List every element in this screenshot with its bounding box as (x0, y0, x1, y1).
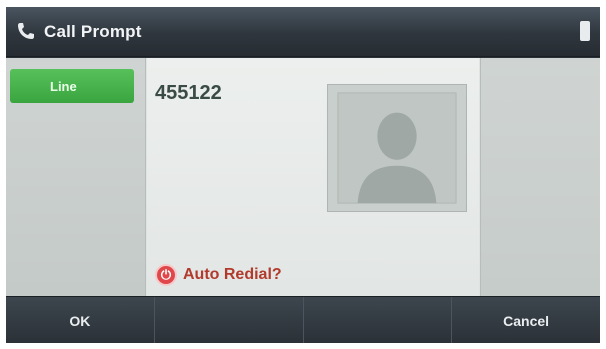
softkey-2[interactable] (155, 297, 304, 343)
ok-softkey[interactable]: OK (6, 297, 155, 343)
battery-icon (580, 21, 590, 41)
title-bar: Call Prompt (6, 7, 600, 57)
power-icon: ⏻ (155, 264, 177, 286)
phone-frame: Call Prompt Line 455122 ⏻ Auto Redial? O… (0, 0, 606, 349)
softkey-3[interactable] (304, 297, 453, 343)
phone-screen: Call Prompt Line 455122 ⏻ Auto Redial? O… (6, 7, 600, 343)
cancel-softkey[interactable]: Cancel (452, 297, 600, 343)
softkey-bar: OK Cancel (6, 296, 600, 343)
call-info-panel: 455122 ⏻ Auto Redial? (147, 58, 479, 296)
line-tab[interactable]: Line (10, 69, 134, 103)
caller-number: 455122 (155, 82, 222, 104)
auto-redial-label: Auto Redial? (183, 266, 282, 283)
call-prompt-body: Line 455122 ⏻ Auto Redial? (6, 58, 600, 296)
phone-icon (18, 23, 34, 39)
right-column (480, 58, 600, 296)
title-text: Call Prompt (44, 22, 142, 41)
contact-avatar (327, 84, 467, 212)
line-tab-label: Line (50, 78, 77, 94)
person-silhouette-icon (328, 85, 466, 211)
line-column: Line (6, 58, 146, 296)
auto-redial-prompt: ⏻ Auto Redial? (155, 264, 282, 286)
